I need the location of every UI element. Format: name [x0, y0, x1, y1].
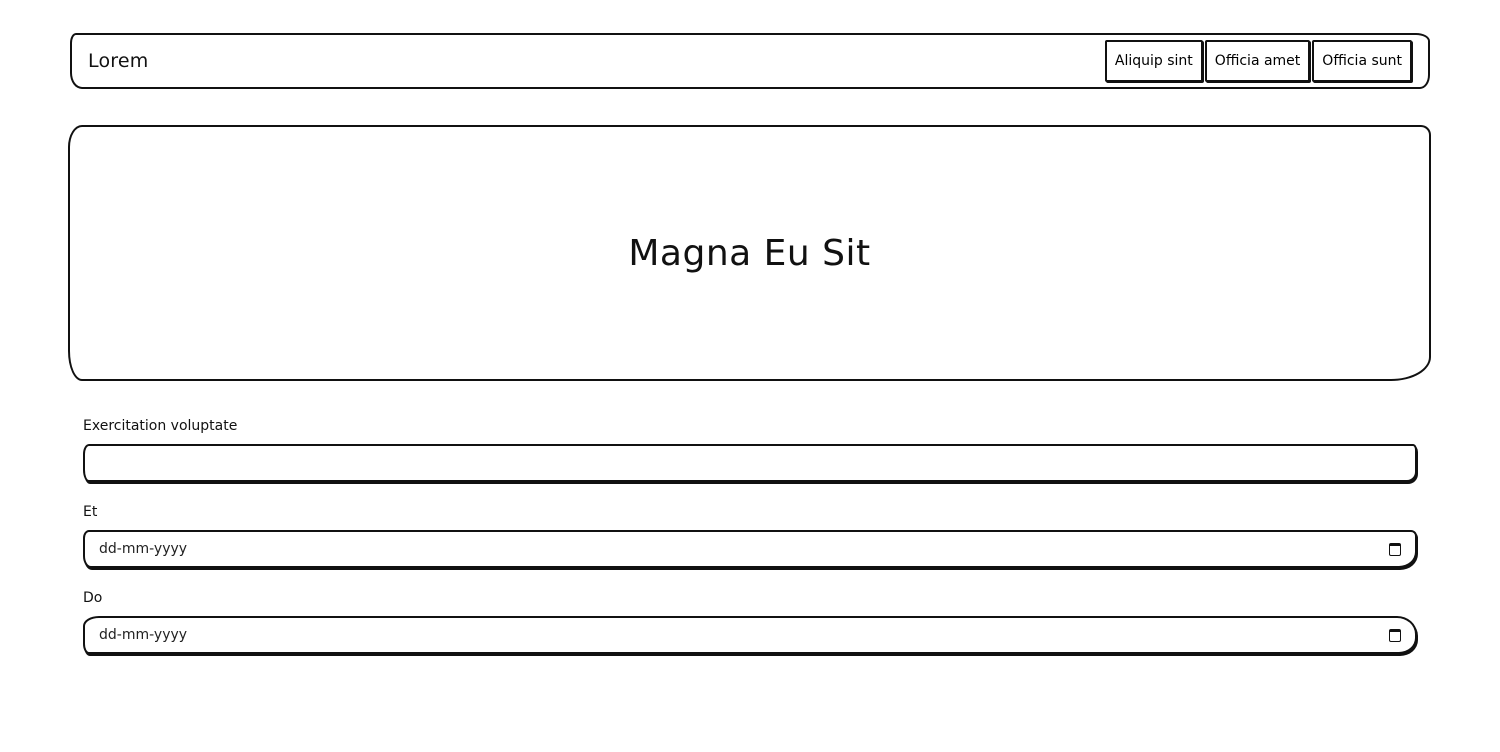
form-group-do: Do dd-mm-yyyy — [83, 590, 1417, 654]
nav-button-officia-amet[interactable]: Officia amet — [1204, 40, 1311, 82]
text-input-exercitation[interactable] — [83, 444, 1417, 482]
nav-button-officia-sunt[interactable]: Officia sunt — [1312, 40, 1412, 82]
date-placeholder: dd-mm-yyyy — [99, 627, 188, 643]
form-group-et: Et dd-mm-yyyy — [83, 504, 1417, 568]
hero-banner: Magna Eu Sit — [68, 125, 1431, 381]
field-label-do: Do — [83, 590, 103, 606]
brand-logo-text[interactable]: Lorem — [88, 50, 148, 72]
calendar-icon[interactable] — [1389, 628, 1401, 642]
nav-button-group: Aliquip sint Officia amet Officia sunt — [1104, 40, 1412, 82]
form-group-exercitation: Exercitation voluptate — [83, 418, 1417, 482]
date-input-et[interactable]: dd-mm-yyyy — [83, 530, 1417, 568]
field-label-exercitation: Exercitation voluptate — [83, 418, 238, 434]
navbar: Lorem Aliquip sint Officia amet Officia … — [70, 33, 1430, 89]
calendar-icon[interactable] — [1389, 542, 1401, 556]
hero-title: Magna Eu Sit — [628, 232, 871, 274]
date-placeholder: dd-mm-yyyy — [99, 541, 188, 557]
date-input-do[interactable]: dd-mm-yyyy — [83, 616, 1417, 654]
field-label-et: Et — [83, 504, 98, 520]
nav-button-aliquip-sint[interactable]: Aliquip sint — [1104, 40, 1203, 82]
